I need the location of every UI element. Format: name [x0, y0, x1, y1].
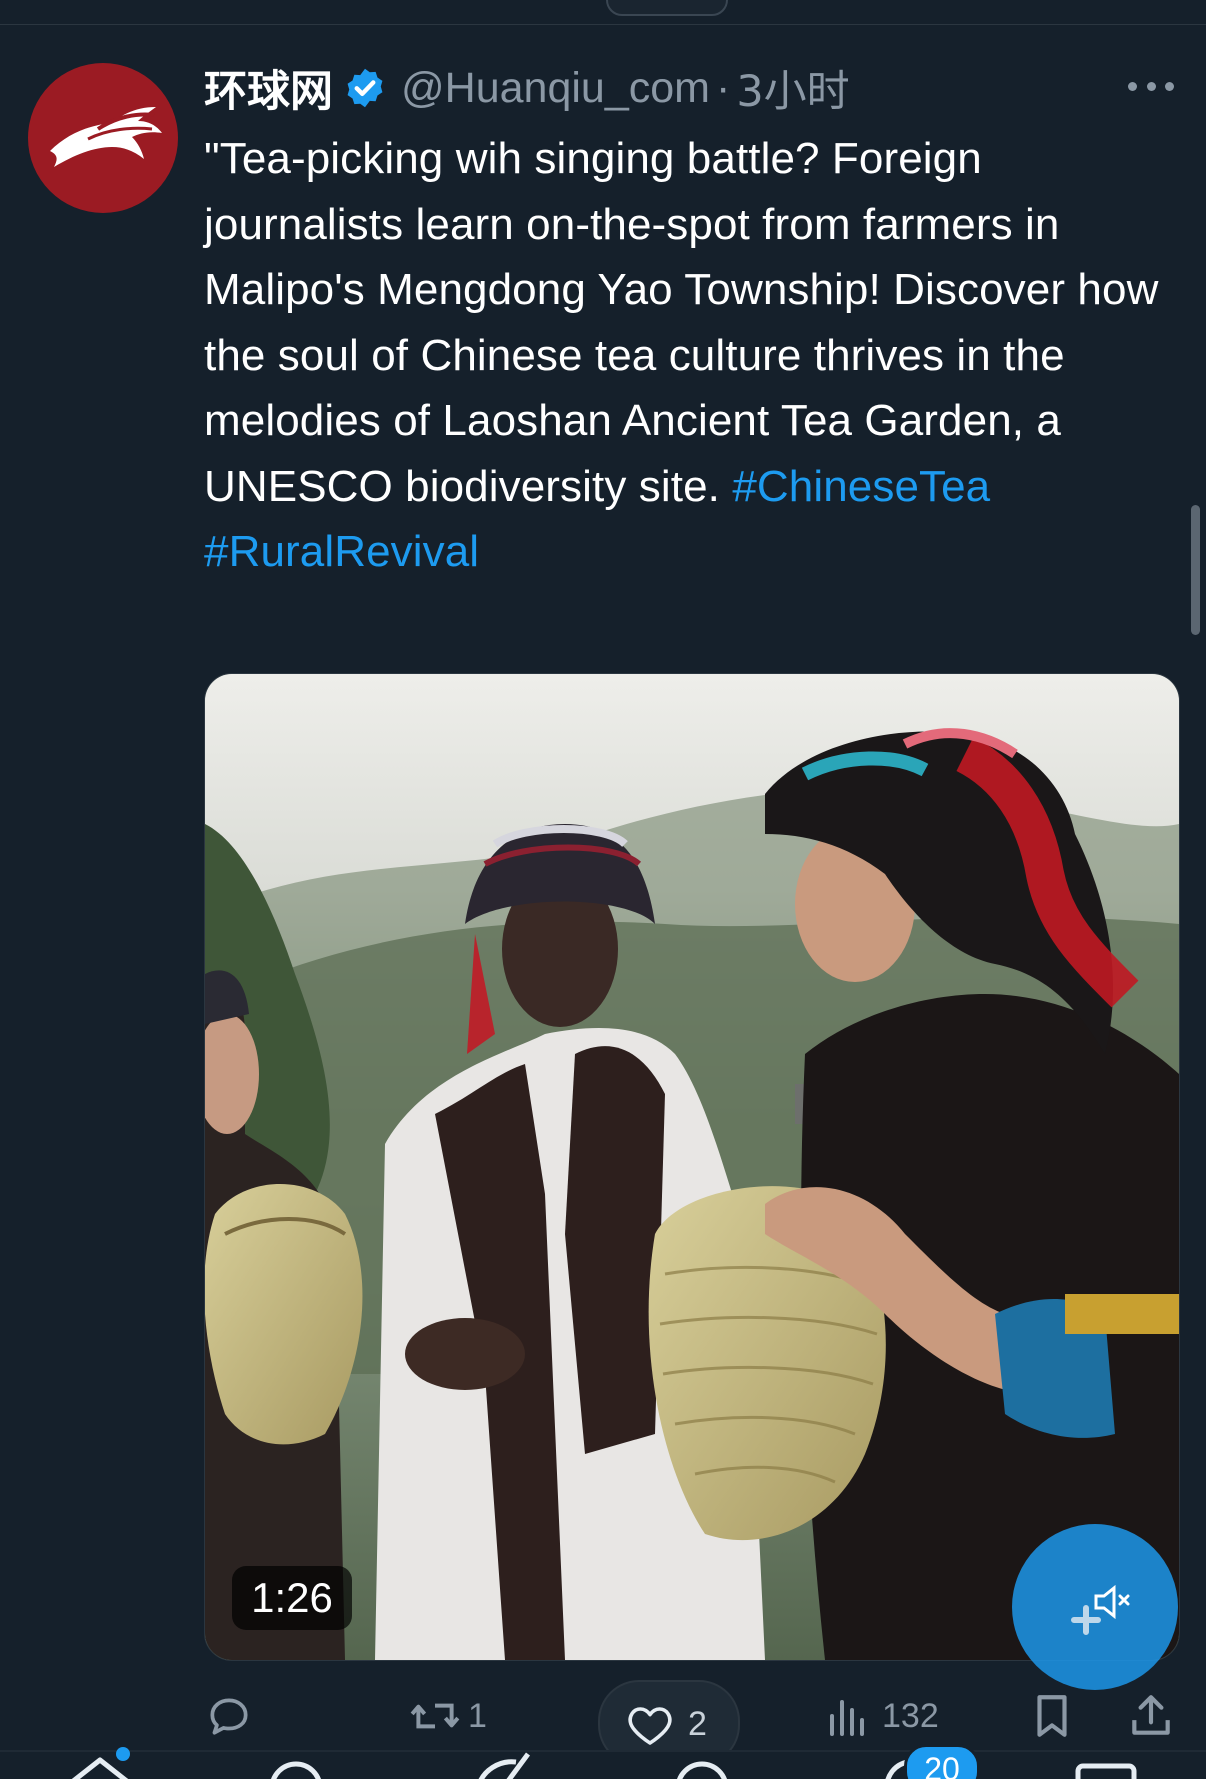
- tweet-body: "Tea-picking wih singing battle? Foreign…: [204, 134, 1159, 511]
- handle[interactable]: @Huanqiu_com: [401, 64, 710, 113]
- compose-button[interactable]: [1012, 1524, 1178, 1690]
- mute-icon: [1071, 1584, 1130, 1635]
- tweet-text: "Tea-picking wih singing battle? Foreign…: [204, 126, 1174, 585]
- scrollbar[interactable]: [1191, 505, 1200, 635]
- retweet-count: 1: [468, 1696, 487, 1735]
- hashtag-ruralrevival[interactable]: #RuralRevival: [204, 527, 479, 576]
- video-player[interactable]: [204, 673, 1180, 1661]
- video-frame: [205, 674, 1179, 1660]
- like-count: 2: [688, 1704, 707, 1743]
- reply-icon: [210, 1698, 248, 1735]
- like-icon: [628, 1707, 672, 1745]
- home-new-dot: [116, 1747, 130, 1761]
- retweet-button[interactable]: 1: [408, 1688, 487, 1744]
- bookmark-icon: [1037, 1695, 1067, 1737]
- notifications-badge: 20: [904, 1744, 980, 1779]
- timeline-page: 环球网 @Huanqiu_com · 3小时 "Tea-picking wih …: [0, 0, 1206, 1779]
- avatar[interactable]: [28, 63, 178, 213]
- home-icon[interactable]: [71, 1757, 129, 1779]
- top-divider: [0, 24, 1206, 25]
- share-icon: [1132, 1695, 1170, 1735]
- communities-icon[interactable]: [677, 1761, 727, 1779]
- video-duration: 1:26: [232, 1566, 352, 1630]
- like-button[interactable]: 2: [626, 1696, 707, 1752]
- grok-icon[interactable]: [478, 1752, 531, 1779]
- views-count: 132: [882, 1696, 939, 1735]
- tweet-header: 环球网 @Huanqiu_com · 3小时: [204, 58, 850, 118]
- tab-icons: [71, 1752, 1137, 1779]
- views-icon: [830, 1700, 864, 1736]
- more-icon[interactable]: [1128, 76, 1174, 96]
- separator-dot: ·: [715, 63, 731, 112]
- retweet-icon: [410, 1703, 460, 1729]
- reply-button[interactable]: [204, 1688, 254, 1744]
- hashtag-chinesetea[interactable]: #ChineseTea: [732, 462, 990, 511]
- display-name[interactable]: 环球网: [204, 57, 333, 119]
- views-button[interactable]: 132: [826, 1688, 939, 1744]
- bottom-tab-bar: [0, 1752, 1206, 1779]
- search-icon[interactable]: [271, 1761, 321, 1779]
- share-button[interactable]: [1128, 1688, 1174, 1744]
- messages-icon[interactable]: [1075, 1763, 1137, 1779]
- huanqiu-logo-icon: [50, 107, 162, 167]
- timestamp[interactable]: 3小时: [736, 57, 849, 119]
- verified-badge-icon: [347, 68, 383, 108]
- bookmark-button[interactable]: [1030, 1688, 1074, 1744]
- new-posts-pill[interactable]: [606, 0, 728, 16]
